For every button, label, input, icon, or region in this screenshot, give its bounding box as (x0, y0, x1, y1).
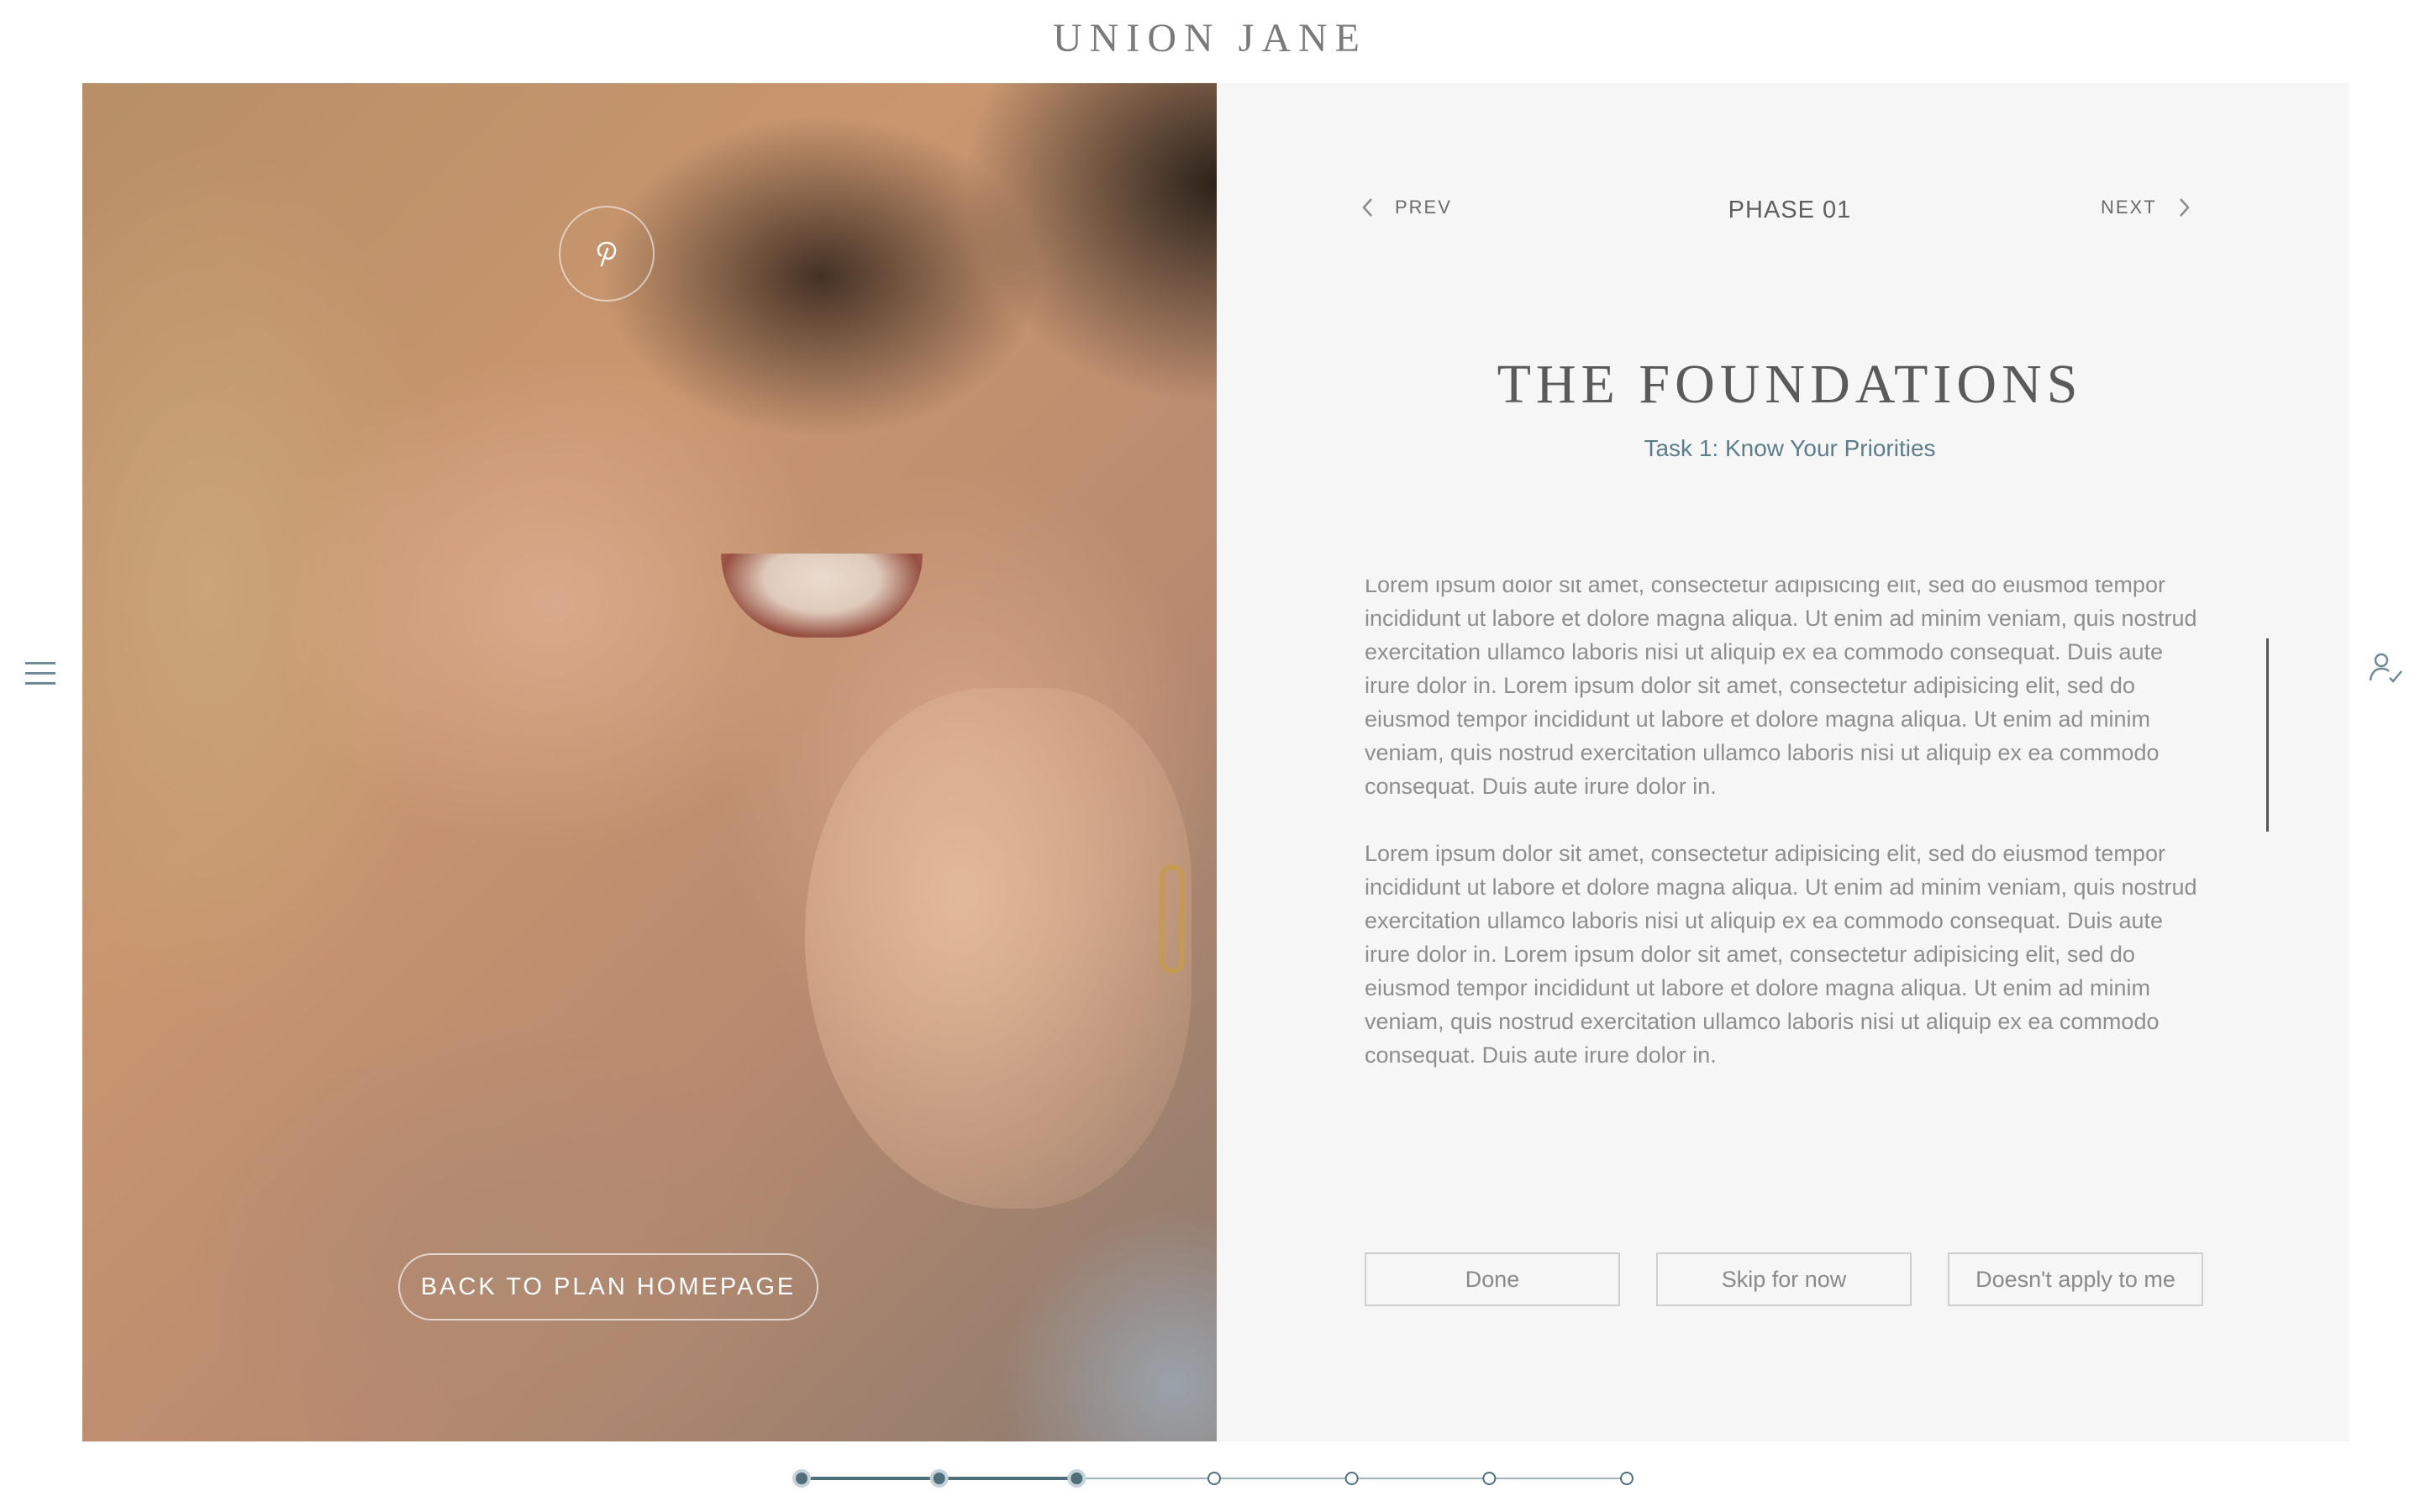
scrollbar-thumb[interactable] (2266, 638, 2269, 832)
phase-label: PHASE 01 (1728, 197, 1852, 223)
prev-label: PREV (1395, 197, 1452, 218)
progress-step[interactable] (1620, 1472, 1634, 1485)
paragraph: Lorem ipsum dolor sit amet, consectetur … (1365, 580, 2197, 799)
next-label: NEXT (2101, 197, 2157, 218)
prev-button[interactable]: PREV (1361, 197, 1452, 218)
not-apply-button[interactable]: Doesn't apply to me (1948, 1252, 2203, 1306)
user-check-icon[interactable] (2368, 650, 2405, 687)
skip-button[interactable]: Skip for now (1656, 1252, 1912, 1306)
phase-progress (792, 1469, 1634, 1488)
pinterest-share-button[interactable] (559, 206, 655, 302)
next-button[interactable]: NEXT (2101, 197, 2191, 218)
hero-photo (82, 83, 1217, 1441)
task-subtitle: Task 1: Know Your Priorities (1644, 435, 1936, 461)
pinterest-icon (597, 241, 617, 267)
chevron-left-icon (1362, 198, 1372, 217)
paragraph: Lorem ipsum dolor sit amet, consectetur … (1365, 841, 2197, 1068)
progress-step[interactable] (1067, 1469, 1086, 1488)
chevron-right-icon (2179, 198, 2190, 217)
progress-step[interactable] (929, 1469, 949, 1488)
page-title: THE FOUNDATIONS (1497, 354, 2083, 415)
back-to-plan-homepage-button[interactable]: BACK TO PLAN HOMEPAGE (398, 1253, 818, 1320)
progress-step[interactable] (1482, 1472, 1497, 1485)
brand-logo: UNION JANE (1053, 16, 1367, 60)
progress-step[interactable] (1344, 1472, 1359, 1485)
task-description[interactable]: Lorem ipsum dolor sit amet, consectetur … (1365, 580, 2213, 1100)
progress-step[interactable] (792, 1469, 811, 1488)
progress-step[interactable] (1207, 1472, 1221, 1485)
done-button[interactable]: Done (1365, 1252, 1620, 1306)
hamburger-menu-icon[interactable] (25, 662, 55, 685)
